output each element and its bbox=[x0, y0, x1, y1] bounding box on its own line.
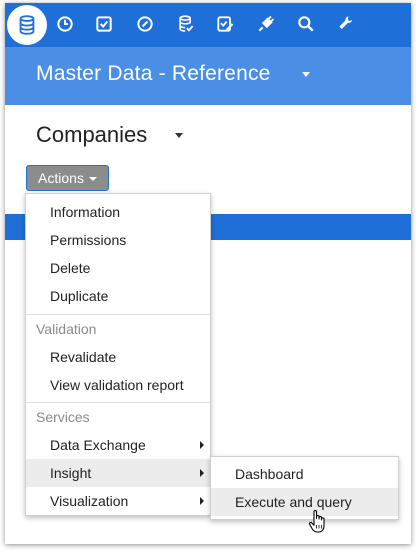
wrench-icon bbox=[339, 16, 352, 29]
menu-section-services: Services bbox=[36, 409, 90, 425]
database-check-icon bbox=[179, 15, 194, 32]
search-icon bbox=[298, 16, 314, 32]
database-check-icon-button[interactable] bbox=[174, 12, 198, 36]
menu-item-label: Permissions bbox=[50, 232, 127, 248]
edit-check-icon bbox=[217, 16, 234, 32]
hand-pointer-icon bbox=[308, 510, 325, 533]
page-title-chevron-down-icon[interactable] bbox=[175, 133, 183, 138]
menu-item-duplicate[interactable]: Duplicate bbox=[26, 282, 210, 310]
submenu-item-dashboard[interactable]: Dashboard bbox=[211, 460, 398, 488]
menu-item-label: Information bbox=[50, 204, 121, 220]
menu-item-label: Revalidate bbox=[50, 349, 117, 365]
menu-item-permissions[interactable]: Permissions bbox=[26, 226, 210, 254]
actions-button[interactable]: Actions bbox=[26, 165, 109, 191]
wrench-icon-button[interactable] bbox=[334, 12, 358, 36]
app-window: Master Data - Reference Companies Action… bbox=[5, 3, 411, 544]
checkbox-icon bbox=[96, 16, 112, 32]
database-icon bbox=[19, 15, 35, 35]
top-toolbar bbox=[5, 3, 411, 47]
database-icon-button[interactable] bbox=[7, 5, 47, 45]
plug-icon bbox=[258, 15, 275, 32]
plug-icon-button[interactable] bbox=[254, 12, 278, 36]
search-icon-button[interactable] bbox=[294, 12, 318, 36]
actions-button-label: Actions bbox=[38, 170, 84, 186]
menu-item-revalidate[interactable]: Revalidate bbox=[26, 343, 210, 371]
edit-check-icon-button[interactable] bbox=[213, 12, 237, 36]
menu-item-label: Visualization bbox=[50, 493, 129, 509]
chevron-right-icon bbox=[200, 469, 204, 477]
menu-item-information[interactable]: Information bbox=[26, 198, 210, 226]
menu-item-label: Delete bbox=[50, 260, 91, 276]
menu-item-visualization[interactable]: Visualization bbox=[26, 487, 210, 515]
menu-item-label: View validation report bbox=[50, 377, 184, 393]
gauge-icon bbox=[137, 16, 153, 32]
submenu-item-execute-and-query[interactable]: Execute and query bbox=[211, 488, 398, 516]
chevron-down-icon[interactable] bbox=[302, 72, 310, 77]
menu-item-label: Data Exchange bbox=[50, 437, 146, 453]
page-title[interactable]: Companies bbox=[36, 122, 147, 148]
submenu-item-label: Execute and query bbox=[235, 494, 352, 510]
chevron-right-icon bbox=[200, 441, 204, 449]
menu-item-insight[interactable]: Insight bbox=[26, 459, 210, 487]
actions-menu: Information Permissions Delete Duplicate… bbox=[25, 193, 211, 516]
gauge-icon-button[interactable] bbox=[133, 12, 157, 36]
menu-item-data-exchange[interactable]: Data Exchange bbox=[26, 431, 210, 459]
menu-item-delete[interactable]: Delete bbox=[26, 254, 210, 282]
caret-down-icon bbox=[88, 176, 97, 181]
section-header: Master Data - Reference bbox=[5, 47, 411, 105]
submenu-item-label: Dashboard bbox=[235, 466, 304, 482]
menu-section-validation: Validation bbox=[36, 321, 97, 337]
menu-item-label: Insight bbox=[50, 465, 92, 481]
insight-submenu: Dashboard Execute and query bbox=[210, 456, 399, 520]
menu-item-view-validation-report[interactable]: View validation report bbox=[26, 371, 210, 399]
menu-item-label: Duplicate bbox=[50, 288, 109, 304]
clock-icon-button[interactable] bbox=[53, 12, 77, 36]
section-title[interactable]: Master Data - Reference bbox=[36, 62, 271, 86]
checkbox-icon-button[interactable] bbox=[92, 12, 116, 36]
clock-icon bbox=[57, 16, 73, 32]
chevron-right-icon bbox=[200, 497, 204, 505]
